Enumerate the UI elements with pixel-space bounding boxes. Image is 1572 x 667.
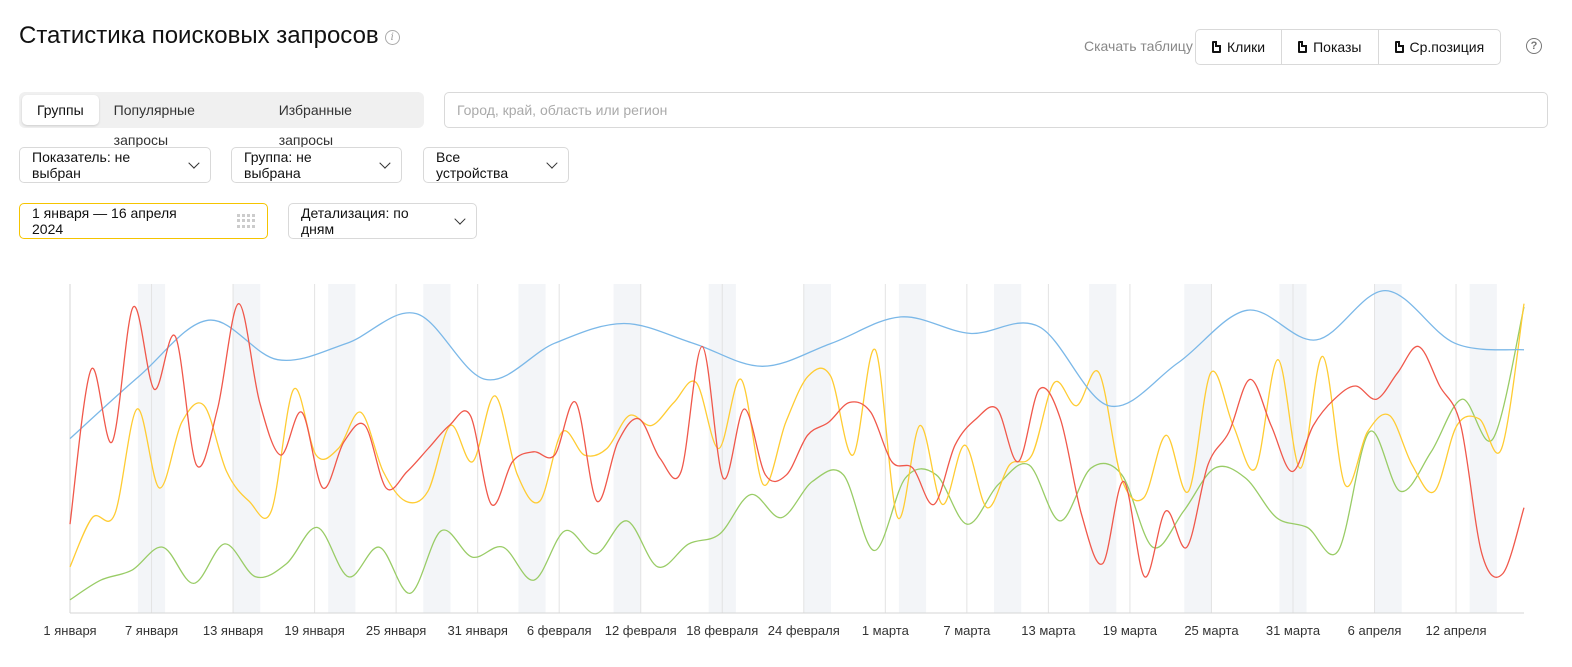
- download-impressions-button[interactable]: Показы: [1282, 30, 1379, 64]
- tab-popular-queries[interactable]: Популярные запросы: [99, 95, 264, 148]
- weekend-band: [898, 284, 927, 613]
- x-tick-label: 7 марта: [943, 623, 991, 638]
- group-dropdown-label: Группа: не выбрана: [244, 149, 312, 181]
- x-tick-label: 24 февраля: [768, 623, 840, 638]
- page-title: Статистика поисковых запросов i: [19, 20, 400, 52]
- download-clicks-button[interactable]: Клики: [1196, 30, 1283, 64]
- chevron-down-icon: [188, 157, 200, 169]
- tab-groups[interactable]: Группы: [22, 95, 99, 125]
- download-impressions-label: Показы: [1313, 39, 1362, 55]
- x-tick-label: 31 марта: [1266, 623, 1321, 638]
- download-avg-position-button[interactable]: Ср.позиция: [1379, 30, 1501, 64]
- weekend-band: [613, 284, 641, 613]
- page-title-text: Статистика поисковых запросов: [19, 22, 379, 49]
- x-tick-label: 1 января: [43, 623, 96, 638]
- document-icon: [1298, 41, 1308, 53]
- x-tick-label: 13 января: [203, 623, 263, 638]
- x-tick-label: 25 января: [366, 623, 426, 638]
- x-tick-label: 12 апреля: [1426, 623, 1487, 638]
- x-tick-label: 1 марта: [862, 623, 910, 638]
- view-tabs: Группы Популярные запросы Избранные запр…: [19, 92, 424, 148]
- date-range-label: 1 января — 16 апреля 2024: [32, 205, 177, 237]
- weekend-band: [803, 284, 831, 613]
- x-tick-label: 7 января: [125, 623, 178, 638]
- group-dropdown[interactable]: Группа: не выбрана: [231, 147, 402, 183]
- detail-dropdown[interactable]: Детализация: по дням: [288, 203, 477, 239]
- devices-dropdown-label: Все устройства: [436, 149, 509, 181]
- weekend-band: [328, 284, 356, 613]
- x-tick-label: 25 марта: [1184, 623, 1239, 638]
- download-avg-position-label: Ср.позиция: [1409, 39, 1485, 55]
- weekend-band: [994, 284, 1022, 613]
- detail-dropdown-label: Детализация: по дням: [301, 205, 409, 237]
- download-clicks-label: Клики: [1227, 39, 1266, 55]
- chevron-down-icon: [454, 213, 466, 225]
- x-tick-label: 6 апреля: [1348, 623, 1402, 638]
- x-tick-label: 12 февраля: [605, 623, 677, 638]
- download-buttons: Клики Показы Ср.позиция: [1195, 29, 1502, 65]
- x-tick-label: 13 марта: [1021, 623, 1076, 638]
- x-tick-label: 31 января: [447, 623, 507, 638]
- x-tick-label: 19 января: [284, 623, 344, 638]
- calendar-icon: [237, 214, 255, 228]
- document-icon: [1394, 41, 1404, 53]
- x-tick-label: 18 февраля: [686, 623, 758, 638]
- devices-dropdown[interactable]: Все устройства: [423, 147, 569, 183]
- indicator-dropdown-label: Показатель: не выбран: [32, 149, 131, 181]
- document-icon: [1212, 41, 1221, 53]
- indicator-dropdown[interactable]: Показатель: не выбран: [19, 147, 211, 183]
- x-tick-label: 19 марта: [1103, 623, 1158, 638]
- date-range-picker[interactable]: 1 января — 16 апреля 2024: [19, 203, 268, 239]
- help-icon[interactable]: ?: [1526, 38, 1542, 54]
- x-tick-label: 6 февраля: [527, 623, 592, 638]
- info-icon[interactable]: i: [384, 30, 400, 45]
- region-input[interactable]: Город, край, область или регион: [444, 92, 1548, 128]
- weekend-band: [518, 284, 546, 613]
- download-table-label: Скачать таблицу: [1084, 38, 1193, 54]
- tab-favorite-queries[interactable]: Избранные запросы: [264, 95, 421, 148]
- chevron-down-icon: [546, 157, 558, 169]
- chevron-down-icon: [379, 157, 391, 169]
- search-stats-chart: 1 января 7 января 13 января 19 января 25 янв…: [43, 284, 1525, 638]
- weekend-band: [1374, 284, 1402, 613]
